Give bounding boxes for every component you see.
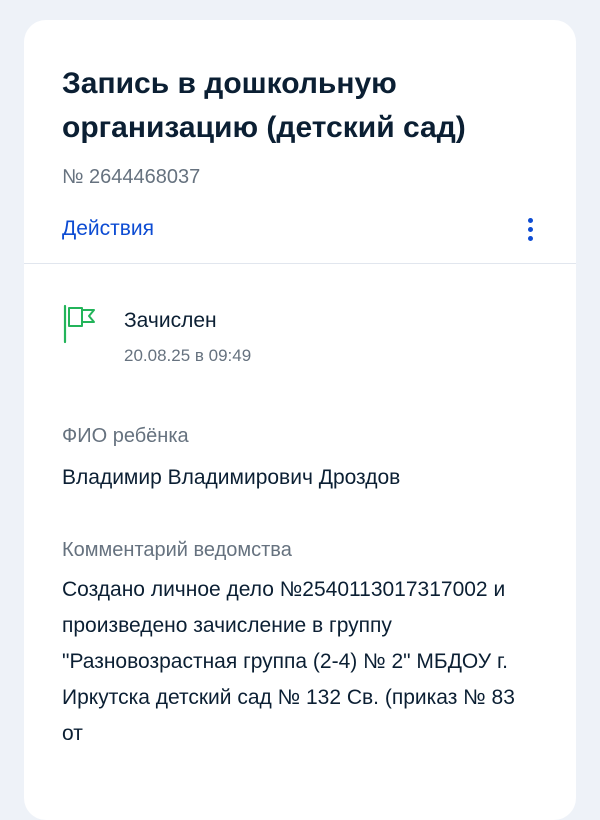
comment-field: Комментарий ведомства Создано личное дел… [62, 536, 538, 752]
actions-link[interactable]: Действия [62, 217, 154, 241]
flag-icon [63, 304, 95, 344]
card-header: Запись в дошкольную организацию (детский… [24, 20, 576, 263]
comment-label: Комментарий ведомства [62, 539, 292, 561]
actions-row: Действия [62, 214, 538, 244]
status-title: Зачислен [124, 309, 217, 332]
application-number: № 2644468037 [62, 166, 201, 188]
card-body: Зачислен 20.08.25 в 09:49 ФИО ребёнка Вл… [24, 264, 576, 752]
application-card: Запись в дошкольную организацию (детский… [24, 20, 576, 820]
kebab-dot [527, 217, 533, 223]
page-title: Запись в дошкольную организацию (детский… [62, 67, 466, 144]
status-block: Зачислен 20.08.25 в 09:49 [62, 304, 538, 368]
kebab-dot [527, 235, 533, 241]
status-date: 20.08.25 в 09:49 [124, 346, 252, 365]
status-text: Зачислен 20.08.25 в 09:49 [124, 304, 251, 368]
child-name-field: ФИО ребёнка Владимир Владимирович Дроздо… [62, 422, 538, 494]
child-name-label: ФИО ребёнка [62, 425, 189, 447]
kebab-menu-icon[interactable] [518, 214, 542, 244]
kebab-dot [527, 226, 533, 232]
comment-value: Создано личное дело №2540113017317002 и … [62, 578, 515, 745]
child-name-value: Владимир Владимирович Дроздов [62, 466, 401, 489]
